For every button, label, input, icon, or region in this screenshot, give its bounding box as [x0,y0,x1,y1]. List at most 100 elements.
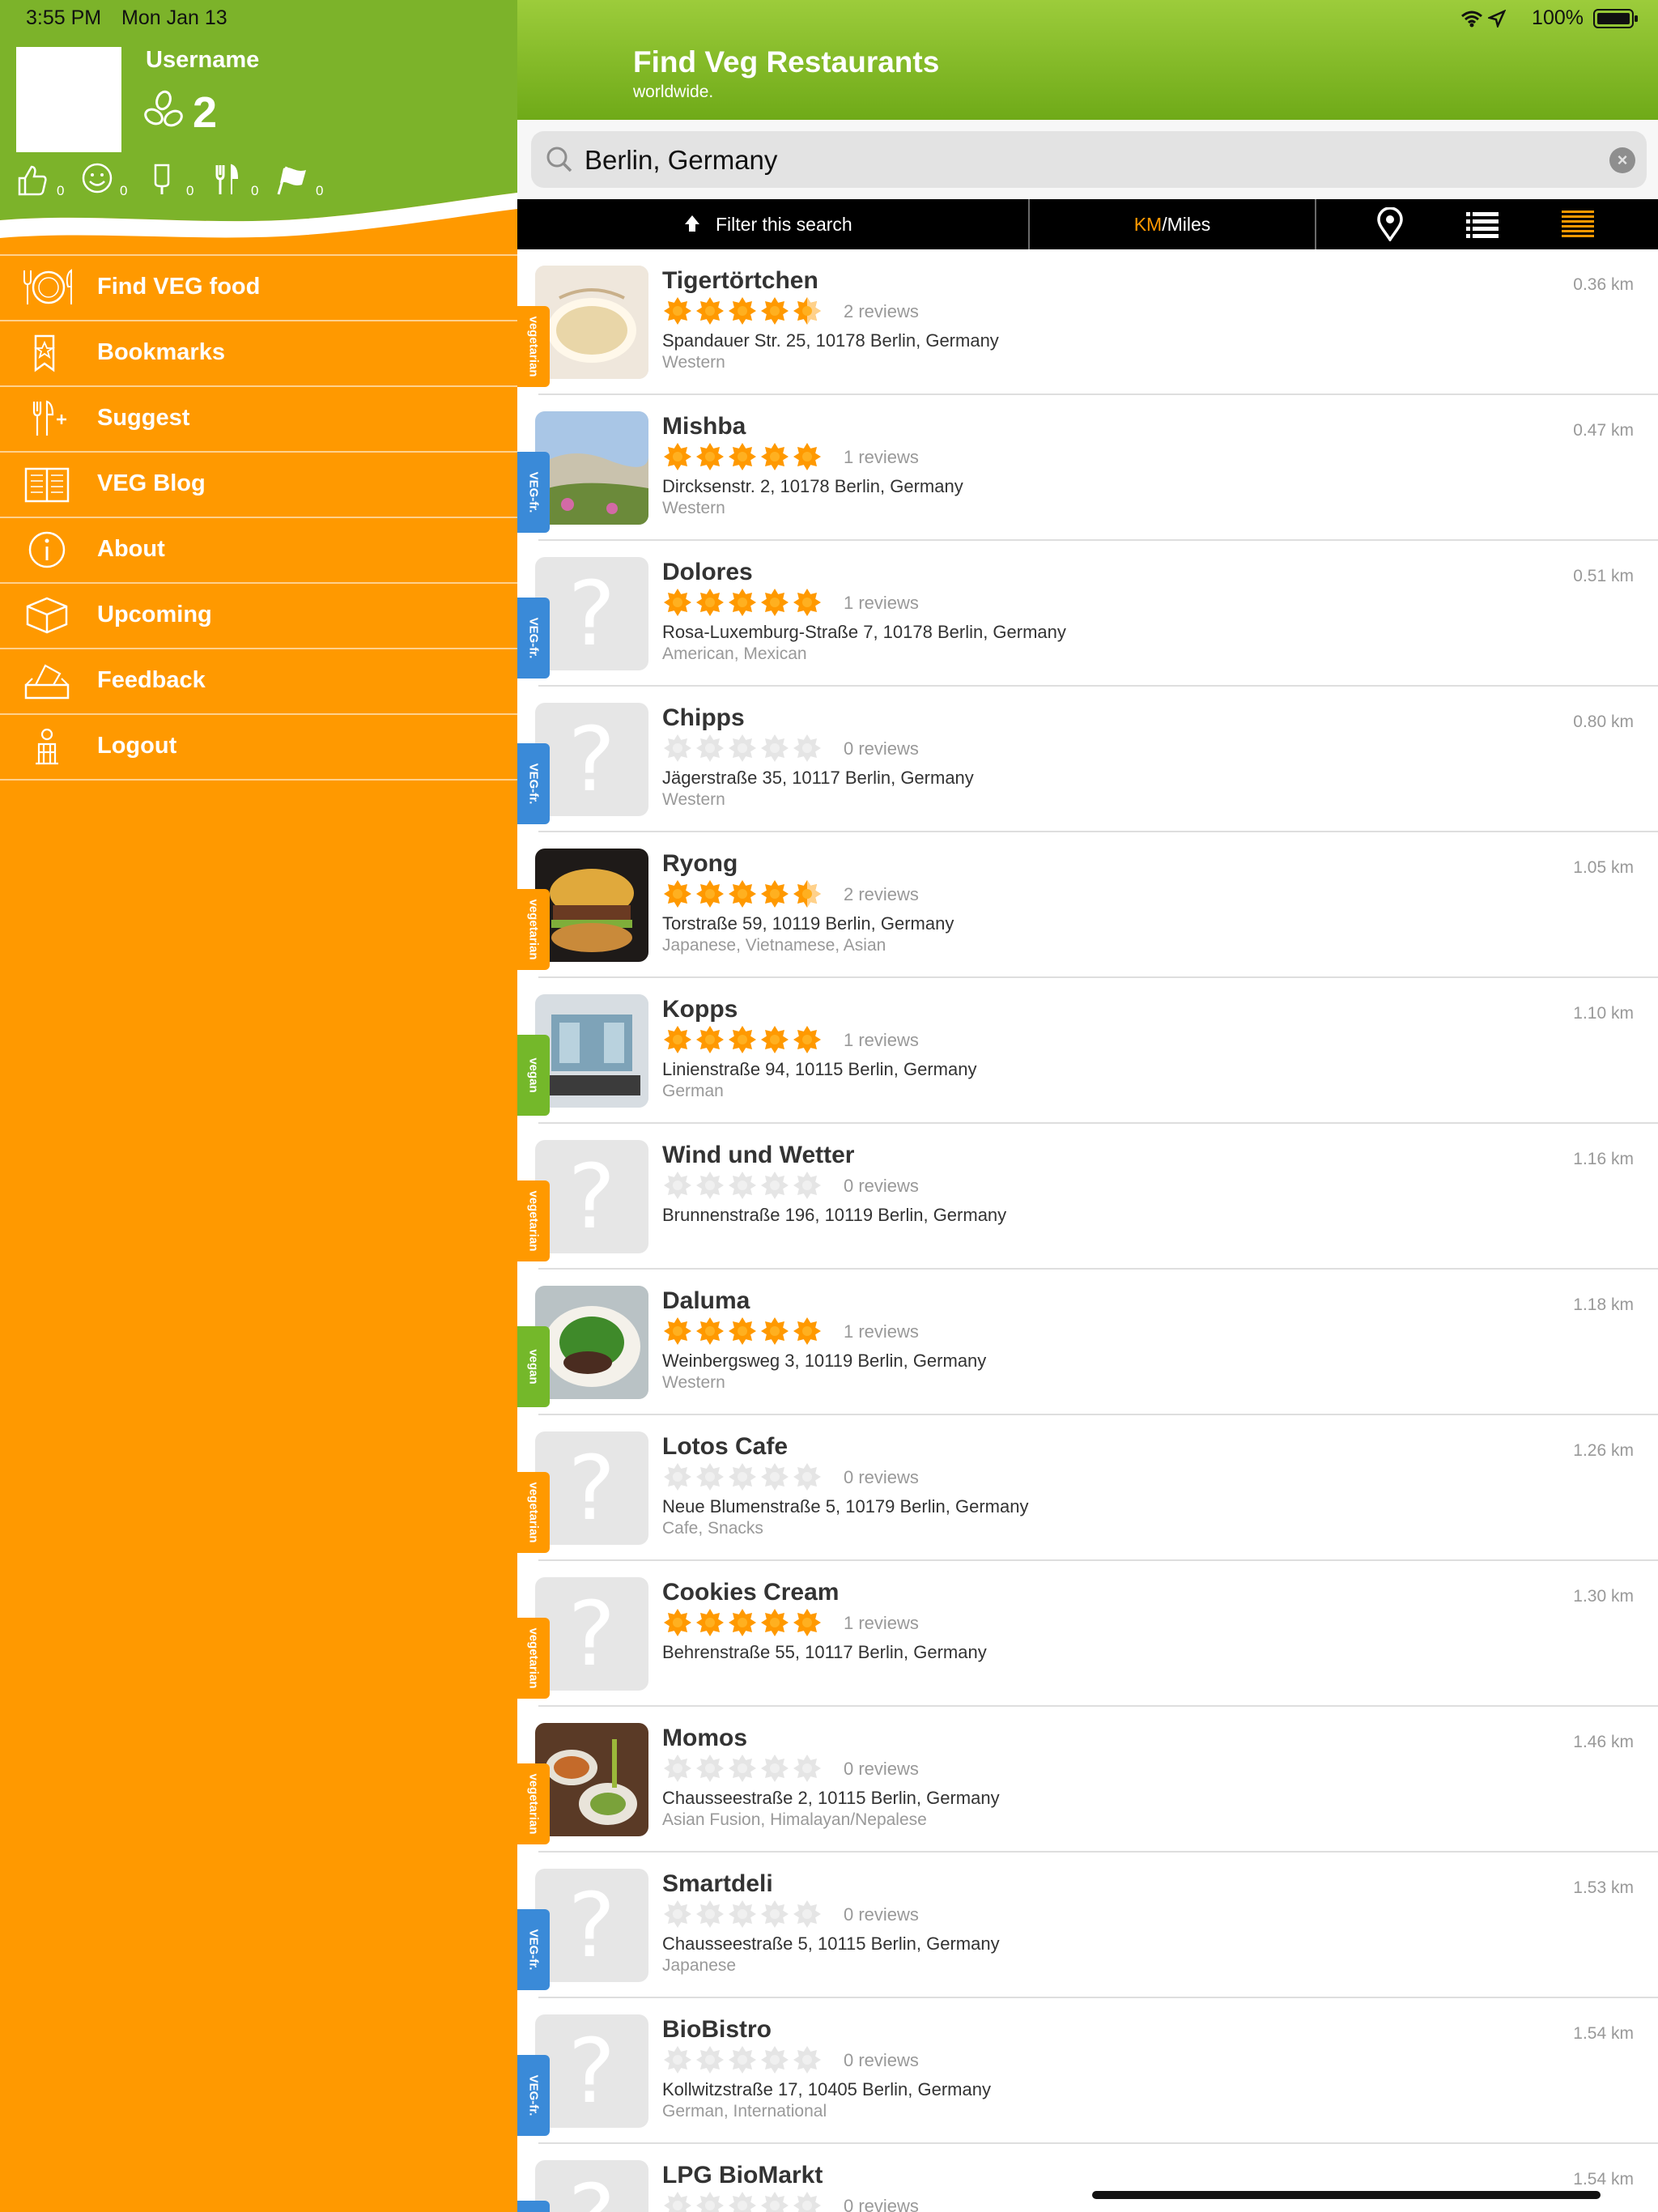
arrow-up-icon [685,215,699,232]
star-icon [793,589,821,616]
rating-stars [663,1317,825,1346]
menu-label: Find VEG food [97,274,261,300]
restaurant-row[interactable]: ? vegetarian Lotos Cafe 0 reviews Neue Blume… [517,1415,1658,1561]
star-icon [761,443,789,470]
units-toggle[interactable]: KM/Miles [1030,199,1315,249]
star-icon [793,1463,821,1491]
list-view-icon[interactable] [1466,207,1499,241]
restaurant-row[interactable]: vegetarian Tigertörtchen 2 reviews Spandaue… [517,249,1658,395]
restaurant-thumbnail[interactable]: ? [535,1869,648,1982]
restaurant-thumbnail[interactable]: ? [535,2014,648,2128]
restaurant-distance: 1.30 km [1573,1587,1634,1606]
restaurant-name: Dolores [662,559,753,585]
restaurant-row[interactable]: ? VEG-fr. Dolores 1 reviews Rosa-Luxemburg-S… [517,541,1658,687]
restaurant-name: Ryong [662,850,738,877]
search-input[interactable] [583,139,1574,181]
restaurant-cuisine: German, International [662,2102,827,2121]
restaurant-thumbnail[interactable]: ? [535,2160,648,2212]
restaurant-thumbnail[interactable]: ? [535,557,648,670]
restaurant-thumbnail[interactable] [535,994,648,1108]
menu-label: Suggest [97,405,190,431]
restaurant-name: Kopps [662,996,738,1023]
star-icon [696,734,724,762]
star-icon [696,1755,724,1782]
restaurant-thumbnail[interactable]: ? [535,703,648,816]
star-icon [729,1755,756,1782]
filter-search-button[interactable]: Filter this search [517,199,1028,249]
star-icon [761,589,789,616]
placeholder-question-icon: ? [568,1874,616,1977]
sidebar: 3:55 PM Mon Jan 13 Username 2 0 0 0 0 0 … [0,0,517,2212]
restaurant-thumbnail[interactable]: ? [535,1140,648,1253]
restaurant-thumbnail[interactable] [535,849,648,962]
restaurant-name: Chipps [662,704,745,731]
sprout-points-icon [144,90,183,127]
map-pin-icon[interactable] [1375,207,1405,241]
star-icon [696,589,724,616]
star-icon [696,443,724,470]
status-time: 3:55 PM [26,6,102,29]
restaurant-row[interactable]: vegan Daluma 1 reviews Weinbergsweg 3, 1011… [517,1270,1658,1415]
restaurant-row[interactable]: ?VEG-fr. LPG BioMarkt 0 reviews 1.54 km [517,2144,1658,2212]
restaurant-thumbnail[interactable]: ? [535,1577,648,1691]
review-count: 1 reviews [844,593,919,613]
ballot-icon [24,664,70,700]
rating-stars [663,2045,825,2074]
menu-item-feedback[interactable]: Feedback [0,648,517,713]
restaurant-thumbnail[interactable] [535,1286,648,1399]
restaurant-row[interactable]: ? vegetarian Wind und Wetter 0 reviews Brunn… [517,1124,1658,1270]
restaurant-row[interactable]: vegetarian Momos 0 reviews Chausseestraße 2… [517,1707,1658,1853]
veg-type-label: VEG-fr. [526,1929,541,1971]
avatar[interactable] [16,47,121,152]
menu-item-logout[interactable]: Logout [0,713,517,781]
clear-search-button[interactable]: × [1609,147,1635,173]
star-icon [761,1026,789,1053]
review-count: 0 reviews [844,2050,919,2070]
review-count: 0 reviews [844,1759,919,1779]
restaurant-row[interactable]: ? vegetarian Cookies Cream 1 reviews Behrens… [517,1561,1658,1707]
restaurant-distance: 1.53 km [1573,1878,1634,1897]
restaurant-thumbnail[interactable] [535,266,648,379]
restaurant-name: Momos [662,1725,747,1751]
menu-item-upcoming[interactable]: Upcoming [0,582,517,648]
star-icon [793,2192,821,2212]
star-icon [761,1172,789,1199]
star-icon [761,1755,789,1782]
star-icon [793,1755,821,1782]
home-indicator[interactable] [1092,2191,1601,2199]
restaurant-row[interactable]: vegetarian Ryong 2 reviews Torstraße 59, 10… [517,832,1658,978]
restaurant-row[interactable]: VEG-fr. Mishba 1 reviews Dircksenstr. 2, 10… [517,395,1658,541]
restaurant-row[interactable]: ? VEG-fr. BioBistro 0 reviews Kollwitzstraße… [517,1998,1658,2144]
restaurant-address: Linienstraße 94, 10115 Berlin, Germany [662,1059,977,1079]
search-bar[interactable]: × [531,131,1647,188]
rating-stars [663,2191,825,2212]
restaurant-row[interactable]: ? VEG-fr. Chipps 0 reviews Jägerstraße 35, 1… [517,687,1658,832]
restaurant-name: BioBistro [662,2016,772,2043]
veg-type-tag: VEG-fr. [517,1909,550,1990]
restaurant-row[interactable]: ? VEG-fr. Smartdeli 0 reviews Chausseestraße… [517,1853,1658,1998]
star-icon [664,1317,691,1345]
restaurant-cuisine: Cafe, Snacks [662,1519,763,1538]
menu-item-bookmarks[interactable]: Bookmarks [0,320,517,385]
veg-type-tag: VEG-fr. [517,2201,550,2212]
menu-item-find-veg-food[interactable]: Find VEG food [0,254,517,320]
star-icon [664,1172,691,1199]
veg-type-tag: VEG-fr. [517,452,550,533]
box-icon [26,597,68,634]
placeholder-question-icon: ? [568,1582,616,1686]
star-icon [696,1026,724,1053]
restaurant-thumbnail[interactable] [535,1723,648,1836]
restaurant-thumbnail[interactable]: ? [535,1431,648,1545]
restaurant-row[interactable]: vegan Kopps 1 reviews Linienstraße 94, 1011… [517,978,1658,1124]
menu-item-about[interactable]: About [0,517,517,582]
menu-item-veg-blog[interactable]: VEG Blog [0,451,517,517]
veg-type-label: vegetarian [526,1482,541,1543]
star-icon [696,2046,724,2074]
compact-list-icon[interactable] [1562,207,1594,241]
restaurant-cuisine: Japanese, Vietnamese, Asian [662,936,886,955]
star-icon [696,1317,724,1345]
menu-item-suggest[interactable]: Suggest [0,385,517,451]
veg-type-tag: vegetarian [517,1180,550,1261]
restaurant-thumbnail[interactable] [535,411,648,525]
review-count: 2 reviews [844,884,919,904]
